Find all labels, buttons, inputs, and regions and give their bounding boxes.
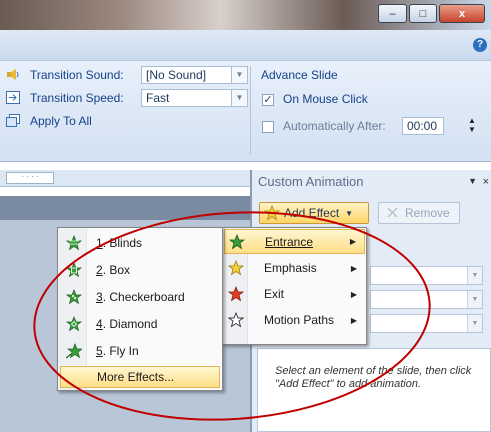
transition-sound-label: Transition Sound: (30, 68, 124, 82)
submenu-item-label: . Blinds (102, 236, 143, 250)
submenu-arrow-icon: ▶ (350, 263, 357, 273)
pane-menu-icon[interactable]: ▼ (468, 176, 477, 186)
effect-start-field[interactable]: ▼ (370, 266, 483, 285)
add-effect-star-icon (264, 205, 280, 221)
on-mouse-click-label: On Mouse Click (283, 92, 368, 106)
menu-item-label: Entrance (265, 234, 314, 249)
submenu-item-label: . Fly In (102, 344, 139, 358)
menu-item-motion-paths[interactable]: Motion Paths ▶ (224, 308, 365, 332)
help-icon[interactable]: ? (473, 38, 487, 52)
menu-item-label: Motion Paths (264, 313, 335, 327)
menu-item-label: Exit (264, 287, 285, 301)
submenu-item-label: . Diamond (102, 317, 158, 331)
submenu-item-number: 5 (96, 344, 103, 358)
entrance-star-icon (229, 233, 245, 249)
box-icon (66, 262, 82, 278)
slide-panel-header (0, 196, 250, 220)
submenu-item-label: . Box (102, 263, 131, 277)
close-icon[interactable]: × (483, 176, 489, 188)
pane-hint-text: Select an element of the slide, then cli… (275, 365, 472, 390)
menu-item-exit[interactable]: Exit ▶ (224, 282, 365, 306)
ribbon-group-divider (250, 66, 251, 154)
diamond-icon (66, 316, 82, 332)
submenu-arrow-icon: ▶ (349, 237, 356, 246)
sound-icon (7, 69, 19, 80)
submenu-item-fly-in[interactable]: 5. Fly In (60, 340, 220, 362)
apply-to-all-button[interactable]: Apply To All (30, 114, 92, 128)
automatically-after-label: Automatically After: (283, 119, 386, 133)
automatically-after-time-input[interactable]: 00:00 (402, 117, 444, 135)
blinds-icon (66, 235, 82, 251)
submenu-item-label: . Checkerboard (102, 290, 185, 304)
checkerboard-icon (66, 289, 82, 305)
more-effects-label: More Effects... (97, 370, 175, 384)
more-effects-button[interactable]: More Effects... (60, 366, 220, 388)
maximize-button[interactable]: □ (409, 4, 437, 23)
pane-title: Custom Animation (258, 174, 364, 189)
add-effect-button[interactable]: Add Effect ▼ (259, 202, 369, 224)
motion-path-star-icon (228, 312, 244, 328)
chevron-down-icon[interactable]: ▼ (232, 66, 248, 84)
submenu-item-box[interactable]: 2. Box (60, 259, 220, 281)
ribbon-tab-strip (0, 30, 491, 61)
submenu-item-number: 2 (96, 263, 103, 277)
submenu-arrow-icon: ▶ (350, 315, 357, 325)
menu-item-emphasis[interactable]: Emphasis ▶ (224, 256, 365, 280)
remove-star-icon (387, 207, 398, 218)
automatically-after-checkbox[interactable] (262, 121, 274, 133)
fly-in-icon (66, 343, 82, 359)
effect-speed-field[interactable]: ▼ (370, 314, 483, 333)
menu-item-entrance[interactable]: Entrance ▶ (224, 229, 365, 254)
transition-speed-select[interactable]: Fast (141, 89, 232, 107)
transition-sound-select[interactable]: [No Sound] (141, 66, 232, 84)
add-effect-label: Add Effect (284, 206, 340, 220)
chevron-down-icon: ▼ (467, 315, 482, 332)
menu-item-label: Emphasis (264, 261, 317, 275)
chevron-down-icon: ▼ (467, 291, 482, 308)
time-spinner[interactable]: ▲ ▼ (468, 116, 476, 134)
submenu-item-blinds[interactable]: 1. Blinds (60, 232, 220, 254)
submenu-item-number: 4 (96, 317, 103, 331)
transition-speed-label: Transition Speed: (30, 91, 124, 105)
emphasis-star-icon (228, 260, 244, 276)
submenu-item-number: 3 (96, 290, 103, 304)
transition-speed-icon (6, 91, 20, 104)
ruler-mark: · · · · (6, 172, 54, 184)
remove-button[interactable]: Remove (378, 202, 460, 224)
chevron-down-icon: ▼ (345, 208, 354, 218)
effect-property-field[interactable]: ▼ (370, 290, 483, 309)
submenu-item-number: 1 (96, 236, 103, 250)
chevron-down-icon: ▼ (467, 267, 482, 284)
submenu-item-diamond[interactable]: 4. Diamond (60, 313, 220, 335)
chevron-down-icon[interactable]: ▼ (232, 89, 248, 107)
advance-slide-title: Advance Slide (261, 68, 338, 82)
submenu-item-checkerboard[interactable]: 3. Checkerboard (60, 286, 220, 308)
minimize-button[interactable]: – (378, 4, 407, 23)
on-mouse-click-checkbox[interactable]: ✓ (262, 94, 274, 106)
apply-to-all-icon (6, 114, 20, 127)
exit-star-icon (228, 286, 244, 302)
submenu-arrow-icon: ▶ (350, 289, 357, 299)
remove-label: Remove (405, 206, 450, 220)
close-button[interactable]: x (439, 4, 485, 23)
